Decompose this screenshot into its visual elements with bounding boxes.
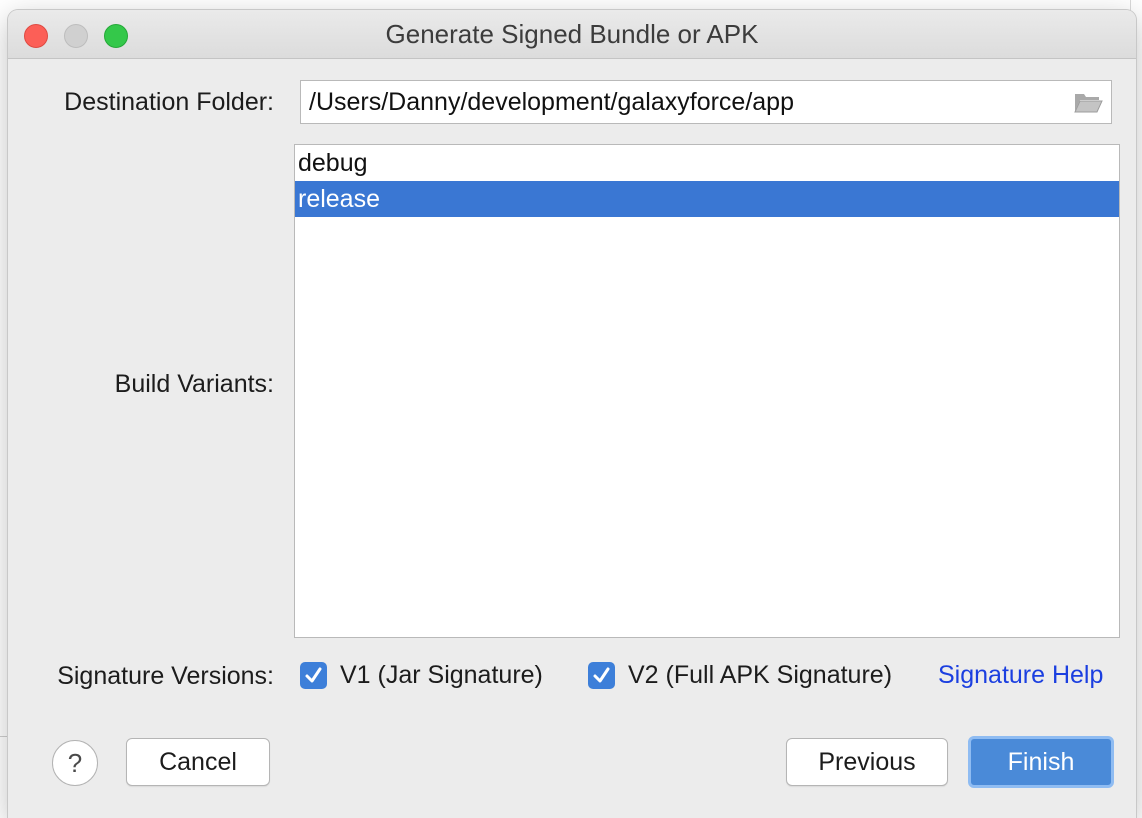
help-button[interactable]: ?	[52, 740, 98, 786]
variant-item-debug[interactable]: debug	[295, 145, 1119, 181]
checkmark-icon	[593, 667, 610, 683]
generate-signed-bundle-dialog: Generate Signed Bundle or APK Destinatio…	[8, 10, 1136, 818]
build-variants-label: Build Variants:	[114, 370, 274, 398]
v1-signature-label[interactable]: V1 (Jar Signature)	[340, 661, 543, 690]
window-title: Generate Signed Bundle or APK	[385, 19, 759, 49]
v2-signature-label[interactable]: V2 (Full APK Signature)	[628, 661, 892, 690]
variant-item-release[interactable]: release	[295, 181, 1119, 217]
folder-open-icon[interactable]	[1073, 90, 1103, 114]
signature-versions-label: Signature Versions:	[57, 662, 274, 690]
finish-button[interactable]: Finish	[968, 736, 1114, 788]
destination-folder-label: Destination Folder:	[64, 88, 274, 116]
signature-help-link[interactable]: Signature Help	[938, 661, 1103, 690]
destination-folder-field[interactable]	[300, 80, 1112, 124]
v2-signature-checkbox[interactable]	[588, 662, 615, 689]
checkmark-icon	[305, 667, 322, 683]
previous-button[interactable]: Previous	[786, 738, 948, 786]
title-bar[interactable]: Generate Signed Bundle or APK	[8, 10, 1136, 59]
build-variants-list[interactable]: debug release	[294, 144, 1120, 638]
cancel-button[interactable]: Cancel	[126, 738, 270, 786]
v1-signature-checkbox[interactable]	[300, 662, 327, 689]
destination-folder-input[interactable]	[309, 81, 1061, 123]
